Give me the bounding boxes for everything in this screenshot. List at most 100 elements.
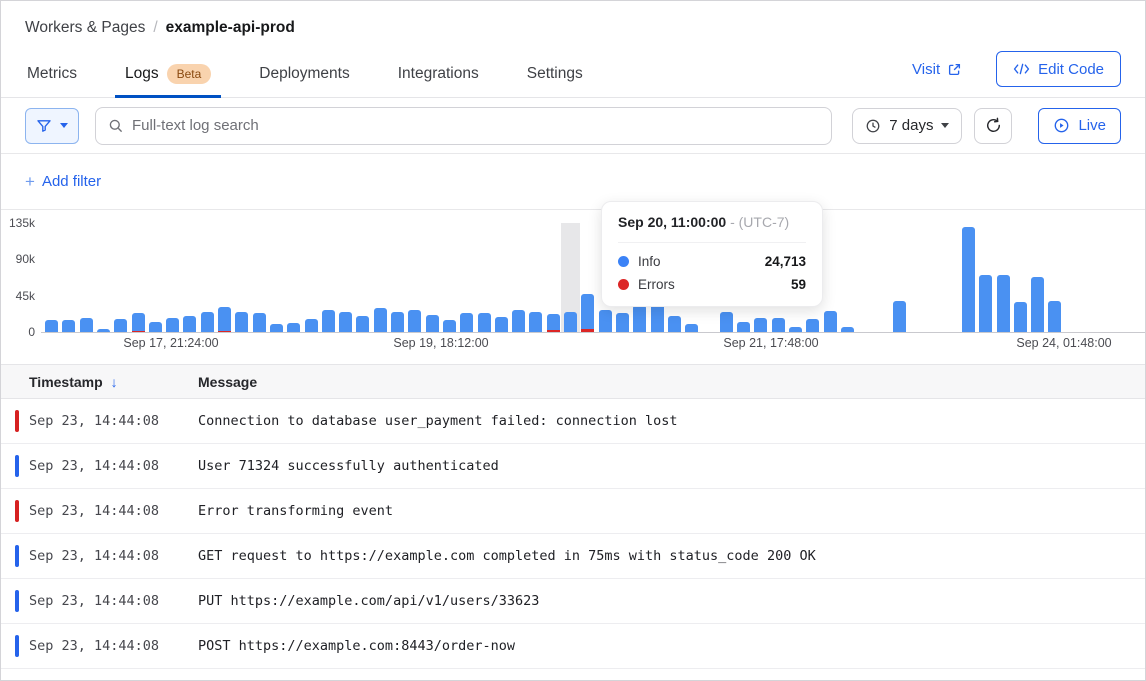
tab-metrics-label: Metrics [27,65,77,83]
info-level-indicator [15,635,19,657]
time-range-value: 7 days [889,117,933,134]
log-rows: Sep 23, 14:44:08Connection to database u… [1,399,1145,669]
live-button[interactable]: Live [1038,108,1121,144]
chart-bar[interactable] [979,275,992,332]
x-tick-label: Sep 17, 21:24:00 [123,336,218,350]
chart-bar[interactable] [149,322,162,332]
chart-bar[interactable] [997,275,1010,332]
tab-integrations[interactable]: Integrations [396,56,481,97]
sort-descending-icon[interactable]: ↓ [111,374,118,390]
tab-settings-label: Settings [527,65,583,83]
chart-bar[interactable] [547,314,560,332]
chart-bar-hovered[interactable] [564,312,577,332]
tab-logs[interactable]: Logs Beta [123,56,213,97]
chart-bar[interactable] [253,313,266,332]
chart-bar[interactable] [772,318,785,332]
chart-bar[interactable] [512,310,525,332]
chart-bar[interactable] [1031,277,1044,332]
chart-bar[interactable] [754,318,767,332]
log-message: User 71324 successfully authenticated [198,458,499,474]
chart-bar[interactable] [114,319,127,332]
log-timestamp: Sep 23, 14:44:08 [1,548,198,564]
chart-bar[interactable] [374,308,387,332]
chart-bar[interactable] [391,312,404,332]
tabs: Metrics Logs Beta Deployments Integratio… [25,56,585,97]
chart-bar[interactable] [305,319,318,332]
log-timestamp: Sep 23, 14:44:08 [1,638,198,654]
chart-bar[interactable] [322,310,335,332]
tooltip-info-label: Info [638,254,661,269]
log-table-row[interactable]: Sep 23, 14:44:08GET request to https://e… [1,534,1145,579]
visit-link-label: Visit [912,61,940,78]
log-table-row[interactable]: Sep 23, 14:44:08User 71324 successfully … [1,444,1145,489]
edit-code-button[interactable]: Edit Code [996,51,1121,87]
chart-bar[interactable] [685,324,698,332]
chart-bar[interactable] [893,301,906,332]
chart-bar[interactable] [132,313,145,332]
tab-integrations-label: Integrations [398,65,479,83]
external-link-icon [947,62,962,77]
chart-bar[interactable] [339,312,352,332]
chart-bar[interactable] [166,318,179,332]
add-filter-button[interactable]: + Add filter [25,172,101,192]
chart-bar[interactable] [478,313,491,332]
chart-bar[interactable] [1048,301,1061,332]
chart-bar[interactable] [651,303,664,332]
chart-bar[interactable] [824,311,837,332]
log-message: PUT https://example.com/api/v1/users/336… [198,593,539,609]
log-search-input[interactable] [132,117,819,134]
chart-bar[interactable] [495,317,508,332]
live-button-label: Live [1078,117,1106,134]
chart-bar[interactable] [1014,302,1027,332]
log-table-row[interactable]: Sep 23, 14:44:08PUT https://example.com/… [1,579,1145,624]
chart-bar[interactable] [599,310,612,332]
play-circle-icon [1053,117,1070,134]
tab-metrics[interactable]: Metrics [25,56,79,97]
log-table-row[interactable]: Sep 23, 14:44:08POST https://example.com… [1,624,1145,669]
time-range-dropdown[interactable]: 7 days [852,108,962,144]
tab-settings[interactable]: Settings [525,56,585,97]
add-filter-label: Add filter [42,173,101,190]
chart-bar[interactable] [80,318,93,332]
chart-bar[interactable] [806,319,819,332]
chart-bar[interactable] [633,305,646,332]
tooltip-info-value: 24,713 [765,254,806,269]
plus-icon: + [25,172,35,192]
chart-bar[interactable] [737,322,750,332]
chart-bar[interactable] [287,323,300,332]
chart-bar[interactable] [45,320,58,332]
breadcrumb-separator: / [153,19,157,37]
chart-bar[interactable] [581,294,594,332]
chart-bar[interactable] [235,312,248,332]
tooltip-timezone-text: - (UTC-7) [730,214,789,230]
tab-deployments[interactable]: Deployments [257,56,351,97]
chart-bar[interactable] [616,313,629,332]
chart-bar[interactable] [720,312,733,332]
log-table-row[interactable]: Sep 23, 14:44:08Error transforming event [1,489,1145,534]
chart-plot[interactable] [41,223,1145,332]
timestamp-column-header[interactable]: Timestamp ↓ [1,374,198,390]
log-timestamp: Sep 23, 14:44:08 [1,458,198,474]
chart-bar[interactable] [62,320,75,332]
message-column-header[interactable]: Message [198,374,257,390]
chart-bar[interactable] [408,310,421,332]
filter-menu-button[interactable] [25,108,79,144]
chart-bar[interactable] [270,324,283,332]
log-table-row[interactable]: Sep 23, 14:44:08Connection to database u… [1,399,1145,444]
tooltip-errors-value: 59 [791,277,806,292]
chart-bar[interactable] [201,312,214,332]
chart-bar[interactable] [529,312,542,332]
chart-bar[interactable] [460,313,473,332]
log-timestamp: Sep 23, 14:44:08 [1,503,198,519]
chart-bar[interactable] [962,227,975,332]
log-search-box[interactable] [95,107,832,145]
breadcrumb-parent[interactable]: Workers & Pages [25,19,145,37]
chart-bar[interactable] [183,316,196,332]
chart-bar[interactable] [218,307,231,332]
chart-bar[interactable] [426,315,439,332]
refresh-button[interactable] [974,108,1012,144]
chart-bar[interactable] [668,316,681,332]
chart-bar[interactable] [356,316,369,332]
visit-link[interactable]: Visit [912,61,962,78]
chart-bar[interactable] [443,320,456,332]
